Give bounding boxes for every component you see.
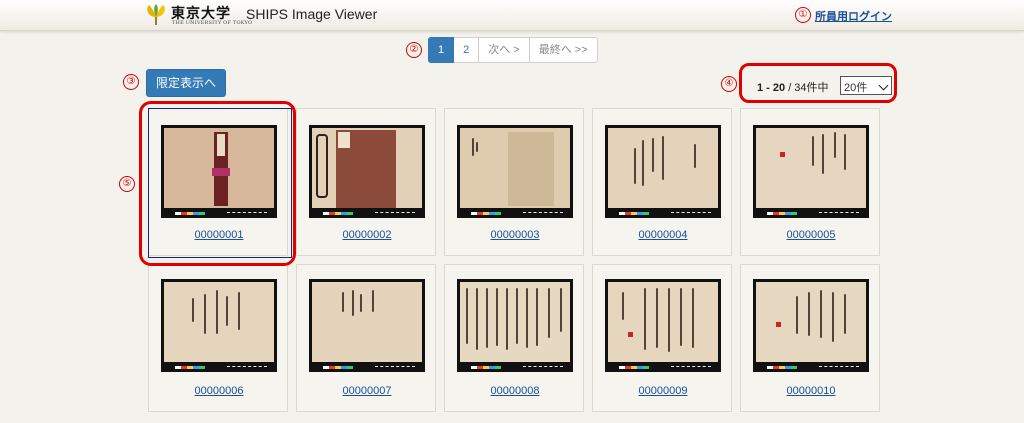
- header-bar: 東京大学 THE UNIVERSITY OF TOKYO SHIPS Image…: [0, 0, 1024, 31]
- thumbnail-image[interactable]: [605, 279, 721, 372]
- image-card[interactable]: 00000007: [296, 264, 436, 412]
- item-link-00000002[interactable]: 00000002: [297, 229, 437, 241]
- thumbnail-image[interactable]: [457, 125, 573, 218]
- image-card[interactable]: 00000006: [148, 264, 288, 412]
- annotation-marker-4: ④: [721, 76, 737, 92]
- annotation-marker-3: ③: [123, 74, 139, 90]
- image-card[interactable]: 00000004: [592, 108, 732, 256]
- item-link-00000007[interactable]: 00000007: [297, 385, 437, 397]
- staff-login-link[interactable]: 所員用ログイン: [815, 8, 892, 24]
- result-range: 1 - 20: [757, 82, 786, 94]
- item-link-00000004[interactable]: 00000004: [593, 229, 733, 241]
- image-card[interactable]: 00000009: [592, 264, 732, 412]
- image-card[interactable]: 00000002: [296, 108, 436, 256]
- annotation-marker-1: ①: [795, 7, 811, 23]
- next-page-button[interactable]: 次へ >: [479, 37, 530, 63]
- thumbnail-image[interactable]: [309, 125, 425, 218]
- thumbnail-image[interactable]: [753, 125, 869, 218]
- annotation-marker-2: ②: [406, 42, 422, 58]
- item-link-00000010[interactable]: 00000010: [741, 385, 881, 397]
- image-card[interactable]: 00000005: [740, 108, 880, 256]
- item-link-00000009[interactable]: 00000009: [593, 385, 733, 397]
- chevron-down-icon: [878, 80, 889, 91]
- thumbnail-image[interactable]: [605, 125, 721, 218]
- app-title: SHIPS Image Viewer: [246, 6, 378, 22]
- thumbnail-image[interactable]: [161, 279, 277, 372]
- item-link-00000008[interactable]: 00000008: [445, 385, 585, 397]
- university-logo-subtext: THE UNIVERSITY OF TOKYO: [172, 20, 253, 26]
- thumbnail-image[interactable]: [753, 279, 869, 372]
- result-total: / 34件中: [785, 82, 829, 94]
- page-1-button[interactable]: 1: [428, 37, 455, 63]
- pagination: 1 2 次へ > 最終へ >>: [428, 37, 598, 63]
- thumbnail-image[interactable]: [457, 279, 573, 372]
- per-page-select[interactable]: 20件: [840, 76, 892, 95]
- annotation-marker-5: ⑤: [119, 176, 135, 192]
- item-link-00000005[interactable]: 00000005: [741, 229, 881, 241]
- last-page-button[interactable]: 最終へ >>: [529, 37, 598, 63]
- image-card[interactable]: 00000008: [444, 264, 584, 412]
- result-count: 1 - 20 / 34件中: [757, 79, 829, 95]
- item-link-00000003[interactable]: 00000003: [445, 229, 585, 241]
- item-link-00000006[interactable]: 00000006: [149, 385, 289, 397]
- page-2-button[interactable]: 2: [454, 37, 480, 63]
- annotation-highlight-item: [139, 101, 296, 266]
- thumbnail-image[interactable]: [309, 279, 425, 372]
- ginkgo-logo-icon: [147, 4, 165, 25]
- image-card[interactable]: 00000010: [740, 264, 880, 412]
- image-card[interactable]: 00000003: [444, 108, 584, 256]
- per-page-value: 20件: [844, 82, 868, 94]
- limited-view-button[interactable]: 限定表示へ: [146, 69, 226, 97]
